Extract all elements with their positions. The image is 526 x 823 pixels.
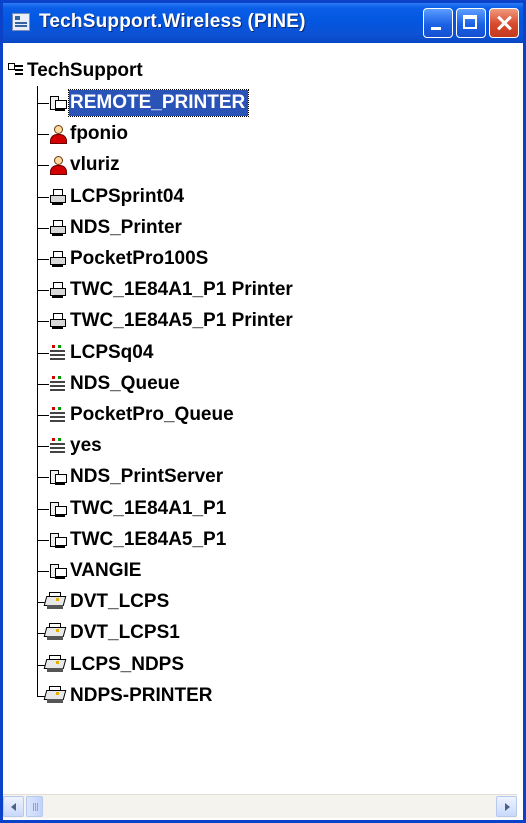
scroll-right-button[interactable] [496, 796, 517, 817]
tree-root[interactable]: TechSupport [8, 58, 143, 84]
scrollbar-thumb[interactable] [26, 796, 43, 817]
user-icon [49, 156, 67, 176]
queue-glyph [49, 406, 66, 424]
arrow-right-icon [505, 803, 510, 811]
tree-branch-line [37, 227, 49, 229]
printer-icon [49, 188, 66, 206]
tree-item-label: NDS_PrintServer [70, 466, 224, 488]
tree-branch-line [37, 352, 49, 354]
user-glyph [49, 125, 67, 145]
scroll-left-button[interactable] [3, 796, 24, 817]
tree-item-label: PocketPro100S [70, 248, 209, 269]
tree-item-label: LCPS_NDPS [70, 653, 185, 675]
print-server-icon [49, 562, 67, 580]
minimize-button[interactable] [423, 8, 453, 38]
printer-glyph [49, 250, 66, 268]
tree-view[interactable]: TechSupport REMOTE_PRINTERfponio vluriz LC… [7, 48, 519, 788]
printer-glyph [49, 219, 66, 237]
tree-item-label: DVT_LCPS1 [70, 622, 180, 644]
printer-icon [49, 219, 66, 237]
horizontal-scrollbar[interactable] [3, 794, 517, 818]
print-queue-icon [49, 406, 66, 424]
print-server-icon [49, 468, 67, 486]
tree-branch-line [37, 103, 49, 104]
tree-branch-line [37, 539, 49, 541]
tree-item-label: fponio [70, 123, 129, 145]
tree-item-label: NDS_Queue [70, 372, 180, 394]
tree-branch-line [37, 508, 49, 510]
server-glyph [49, 94, 67, 112]
ndps-glyph [43, 623, 67, 643]
tree-branch-line [37, 165, 49, 167]
server-glyph [49, 468, 67, 486]
print-queue-icon [49, 437, 66, 455]
printer-glyph [49, 281, 66, 299]
user-glyph [49, 156, 67, 176]
tree-branch-line [37, 477, 49, 479]
tree-branch-line [37, 134, 49, 136]
tree-item-label: REMOTE_PRINTER [67, 89, 250, 117]
window-title: TechSupport.Wireless (PINE) [39, 11, 306, 32]
queue-glyph [49, 437, 66, 455]
tree-item-label: TWC_1E84A5_P1 Printer [70, 310, 293, 332]
tree-branch-line [37, 383, 49, 385]
ndps-glyph [43, 654, 67, 675]
tree-item-label: TWC_1E84A1_P1 [70, 497, 227, 519]
tree-branch-line [37, 415, 49, 416]
tree-connector-line [37, 86, 38, 696]
ndps-glyph [43, 592, 67, 612]
tree-branch-line [37, 290, 49, 292]
tree-item-label: TWC_1E84A5_P1 [70, 528, 227, 550]
title-bar[interactable]: TechSupport.Wireless (PINE) [3, 3, 523, 43]
tree-item-label: DVT_LCPS [70, 591, 170, 613]
user-icon [49, 125, 67, 145]
printer-icon [49, 281, 66, 299]
tree-branch-line [37, 571, 49, 572]
tree-item-label: VANGIE [70, 560, 142, 581]
queue-glyph [49, 344, 66, 362]
print-queue-icon [49, 375, 66, 393]
tree-item-label: vluriz [70, 154, 120, 176]
tree-item-label: LCPSq04 [70, 341, 154, 363]
ndps-glyph [43, 685, 67, 706]
ndps-manager-icon [43, 592, 67, 611]
tree-branch-line [37, 446, 49, 448]
arrow-left-icon [11, 803, 16, 811]
server-glyph [49, 531, 67, 549]
tree-item-label: PocketPro_Queue [70, 404, 234, 425]
tree-item-label: NDPS-PRINTER [70, 684, 213, 706]
server-glyph [49, 562, 67, 580]
tree-item-label: TWC_1E84A1_P1 Printer [70, 279, 293, 301]
printer-icon [49, 312, 66, 330]
app-tree-icon[interactable] [12, 13, 30, 31]
container-tree-icon [8, 63, 23, 78]
queue-glyph [49, 375, 66, 393]
tree-branch-line [37, 321, 49, 323]
tree-root-label: TechSupport [27, 60, 143, 81]
tree-branch-line [37, 259, 49, 260]
close-button[interactable] [489, 8, 519, 38]
tree-item-label: NDS_Printer [70, 216, 182, 238]
print-server-icon [49, 531, 67, 549]
ndps-manager-icon [43, 623, 67, 642]
printer-glyph [49, 188, 66, 206]
tree-item-label: yes [70, 435, 102, 457]
printer-glyph [49, 312, 66, 330]
print-queue-icon [49, 344, 66, 362]
tree-item-label: LCPSprint04 [70, 185, 185, 207]
ndps-printer-icon [43, 685, 67, 705]
maximize-button[interactable] [456, 8, 486, 38]
print-server-icon [49, 94, 67, 112]
app-window: TechSupport.Wireless (PINE) TechSupport … [0, 0, 526, 823]
server-glyph [49, 500, 67, 518]
tree-branch-line [37, 196, 49, 198]
printer-icon [49, 250, 66, 268]
print-server-icon [49, 500, 67, 518]
ndps-manager-icon [43, 654, 67, 674]
